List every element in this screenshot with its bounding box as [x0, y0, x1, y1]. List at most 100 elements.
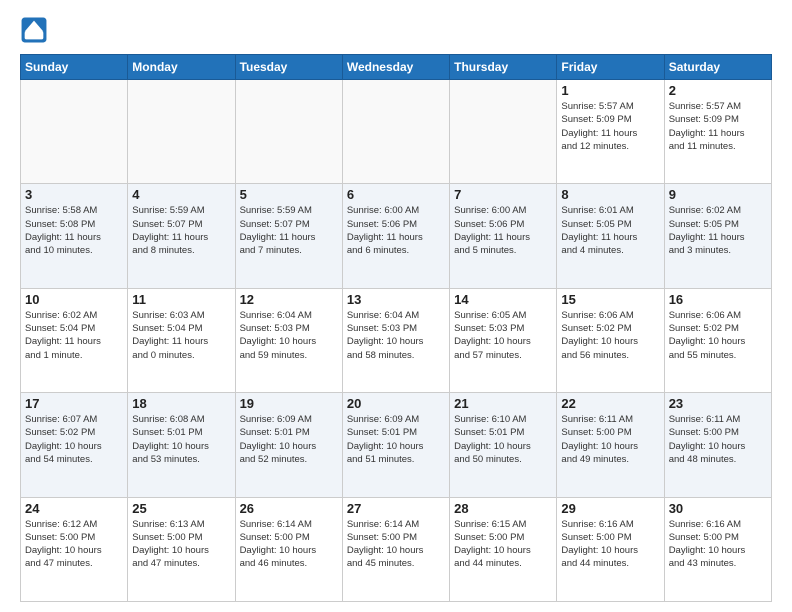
weekday-header: Saturday [664, 55, 771, 80]
day-number: 25 [132, 501, 230, 516]
day-number: 27 [347, 501, 445, 516]
day-number: 16 [669, 292, 767, 307]
calendar-cell [235, 80, 342, 184]
day-number: 30 [669, 501, 767, 516]
calendar-cell: 1 Sunrise: 5:57 AM Sunset: 5:09 PM Daylig… [557, 80, 664, 184]
calendar-cell: 30 Sunrise: 6:16 AM Sunset: 5:00 PM Dayli… [664, 497, 771, 601]
day-info: Sunrise: 6:14 AM Sunset: 5:00 PM Dayligh… [240, 518, 338, 571]
day-info: Sunrise: 6:06 AM Sunset: 5:02 PM Dayligh… [561, 309, 659, 362]
day-number: 5 [240, 187, 338, 202]
day-number: 15 [561, 292, 659, 307]
calendar-cell: 16Sunrise: 6:06 AM Sunset: 5:02 PM Dayli… [664, 288, 771, 392]
day-number: 19 [240, 396, 338, 411]
day-info: Sunrise: 6:02 AM Sunset: 5:04 PM Dayligh… [25, 309, 123, 362]
day-number: 6 [347, 187, 445, 202]
weekday-header: Tuesday [235, 55, 342, 80]
calendar-cell: 29 Sunrise: 6:16 AM Sunset: 5:00 PM Dayli… [557, 497, 664, 601]
day-info: Sunrise: 5:57 AM Sunset: 5:09 PM Dayligh… [669, 100, 767, 153]
calendar-cell: 5 Sunrise: 5:59 AM Sunset: 5:07 PM Daylig… [235, 184, 342, 288]
day-number: 11 [132, 292, 230, 307]
day-number: 14 [454, 292, 552, 307]
calendar-cell: 10 Sunrise: 6:02 AM Sunset: 5:04 PM Dayli… [21, 288, 128, 392]
day-info: Sunrise: 6:16 AM Sunset: 5:00 PM Dayligh… [669, 518, 767, 571]
day-info: Sunrise: 5:57 AM Sunset: 5:09 PM Dayligh… [561, 100, 659, 153]
logo [20, 16, 52, 44]
day-number: 17 [25, 396, 123, 411]
calendar-cell: 27 Sunrise: 6:14 AM Sunset: 5:00 PM Dayli… [342, 497, 449, 601]
day-info: Sunrise: 6:11 AM Sunset: 5:00 PM Dayligh… [561, 413, 659, 466]
day-number: 1 [561, 83, 659, 98]
day-number: 10 [25, 292, 123, 307]
day-info: Sunrise: 6:11 AM Sunset: 5:00 PM Dayligh… [669, 413, 767, 466]
day-number: 18 [132, 396, 230, 411]
calendar-cell: 21 Sunrise: 6:10 AM Sunset: 5:01 PM Dayli… [450, 393, 557, 497]
day-number: 4 [132, 187, 230, 202]
calendar-cell: 25 Sunrise: 6:13 AM Sunset: 5:00 PM Dayli… [128, 497, 235, 601]
calendar-week-row: 24 Sunrise: 6:12 AM Sunset: 5:00 PM Dayli… [21, 497, 772, 601]
day-info: Sunrise: 6:07 AM Sunset: 5:02 PM Dayligh… [25, 413, 123, 466]
day-info: Sunrise: 6:01 AM Sunset: 5:05 PM Dayligh… [561, 204, 659, 257]
calendar-cell: 23 Sunrise: 6:11 AM Sunset: 5:00 PM Dayli… [664, 393, 771, 497]
day-number: 12 [240, 292, 338, 307]
calendar-cell [342, 80, 449, 184]
header [20, 16, 772, 44]
calendar-cell: 6 Sunrise: 6:00 AM Sunset: 5:06 PM Daylig… [342, 184, 449, 288]
calendar-header-row: SundayMondayTuesdayWednesdayThursdayFrid… [21, 55, 772, 80]
calendar-cell: 13Sunrise: 6:04 AM Sunset: 5:03 PM Dayli… [342, 288, 449, 392]
day-info: Sunrise: 6:12 AM Sunset: 5:00 PM Dayligh… [25, 518, 123, 571]
day-number: 3 [25, 187, 123, 202]
calendar-cell: 26 Sunrise: 6:14 AM Sunset: 5:00 PM Dayli… [235, 497, 342, 601]
calendar-cell: 28Sunrise: 6:15 AM Sunset: 5:00 PM Dayli… [450, 497, 557, 601]
calendar-cell: 8Sunrise: 6:01 AM Sunset: 5:05 PM Daylig… [557, 184, 664, 288]
day-info: Sunrise: 6:00 AM Sunset: 5:06 PM Dayligh… [454, 204, 552, 257]
day-info: Sunrise: 6:13 AM Sunset: 5:00 PM Dayligh… [132, 518, 230, 571]
weekday-header: Thursday [450, 55, 557, 80]
day-info: Sunrise: 6:03 AM Sunset: 5:04 PM Dayligh… [132, 309, 230, 362]
day-info: Sunrise: 6:04 AM Sunset: 5:03 PM Dayligh… [347, 309, 445, 362]
calendar-cell: 24 Sunrise: 6:12 AM Sunset: 5:00 PM Dayli… [21, 497, 128, 601]
page: SundayMondayTuesdayWednesdayThursdayFrid… [0, 0, 792, 612]
calendar-table: SundayMondayTuesdayWednesdayThursdayFrid… [20, 54, 772, 602]
day-info: Sunrise: 6:16 AM Sunset: 5:00 PM Dayligh… [561, 518, 659, 571]
day-number: 21 [454, 396, 552, 411]
day-info: Sunrise: 6:04 AM Sunset: 5:03 PM Dayligh… [240, 309, 338, 362]
calendar-cell [128, 80, 235, 184]
day-number: 9 [669, 187, 767, 202]
day-number: 23 [669, 396, 767, 411]
calendar-cell: 9 Sunrise: 6:02 AM Sunset: 5:05 PM Daylig… [664, 184, 771, 288]
calendar-cell: 4 Sunrise: 5:59 AM Sunset: 5:07 PM Daylig… [128, 184, 235, 288]
day-number: 26 [240, 501, 338, 516]
calendar-week-row: 10 Sunrise: 6:02 AM Sunset: 5:04 PM Dayli… [21, 288, 772, 392]
calendar-cell [450, 80, 557, 184]
day-number: 20 [347, 396, 445, 411]
day-number: 7 [454, 187, 552, 202]
calendar-cell: 22 Sunrise: 6:11 AM Sunset: 5:00 PM Dayli… [557, 393, 664, 497]
day-info: Sunrise: 5:58 AM Sunset: 5:08 PM Dayligh… [25, 204, 123, 257]
day-info: Sunrise: 6:14 AM Sunset: 5:00 PM Dayligh… [347, 518, 445, 571]
day-info: Sunrise: 6:08 AM Sunset: 5:01 PM Dayligh… [132, 413, 230, 466]
day-number: 22 [561, 396, 659, 411]
calendar-cell: 17 Sunrise: 6:07 AM Sunset: 5:02 PM Dayli… [21, 393, 128, 497]
day-number: 29 [561, 501, 659, 516]
calendar-week-row: 1 Sunrise: 5:57 AM Sunset: 5:09 PM Daylig… [21, 80, 772, 184]
weekday-header: Monday [128, 55, 235, 80]
calendar-week-row: 17 Sunrise: 6:07 AM Sunset: 5:02 PM Dayli… [21, 393, 772, 497]
day-info: Sunrise: 5:59 AM Sunset: 5:07 PM Dayligh… [240, 204, 338, 257]
calendar-cell: 19 Sunrise: 6:09 AM Sunset: 5:01 PM Dayli… [235, 393, 342, 497]
day-info: Sunrise: 6:10 AM Sunset: 5:01 PM Dayligh… [454, 413, 552, 466]
day-info: Sunrise: 6:09 AM Sunset: 5:01 PM Dayligh… [347, 413, 445, 466]
weekday-header: Friday [557, 55, 664, 80]
day-number: 2 [669, 83, 767, 98]
day-info: Sunrise: 5:59 AM Sunset: 5:07 PM Dayligh… [132, 204, 230, 257]
calendar-cell: 7 Sunrise: 6:00 AM Sunset: 5:06 PM Daylig… [450, 184, 557, 288]
calendar-cell: 2 Sunrise: 5:57 AM Sunset: 5:09 PM Daylig… [664, 80, 771, 184]
day-number: 24 [25, 501, 123, 516]
day-info: Sunrise: 6:15 AM Sunset: 5:00 PM Dayligh… [454, 518, 552, 571]
day-info: Sunrise: 6:02 AM Sunset: 5:05 PM Dayligh… [669, 204, 767, 257]
weekday-header: Wednesday [342, 55, 449, 80]
calendar-cell: 14 Sunrise: 6:05 AM Sunset: 5:03 PM Dayli… [450, 288, 557, 392]
day-info: Sunrise: 6:05 AM Sunset: 5:03 PM Dayligh… [454, 309, 552, 362]
day-info: Sunrise: 6:00 AM Sunset: 5:06 PM Dayligh… [347, 204, 445, 257]
day-info: Sunrise: 6:09 AM Sunset: 5:01 PM Dayligh… [240, 413, 338, 466]
calendar-cell: 3 Sunrise: 5:58 AM Sunset: 5:08 PM Daylig… [21, 184, 128, 288]
